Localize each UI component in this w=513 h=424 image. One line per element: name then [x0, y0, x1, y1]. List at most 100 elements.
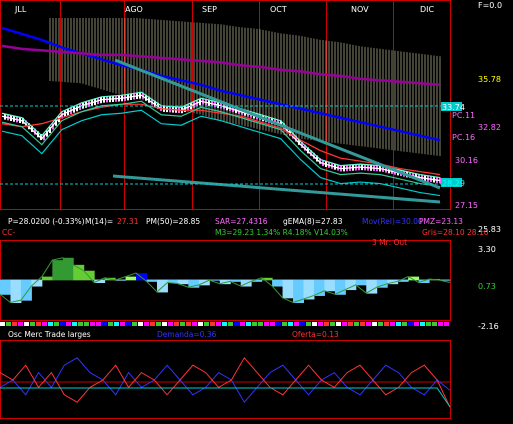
strip-cell — [132, 322, 137, 326]
price-tick: 28.29 — [442, 179, 465, 188]
m3-readout: M3=29.23 1.34% R4.18% V14.03% — [215, 228, 348, 237]
strip-cell — [12, 322, 17, 326]
strip-cell — [42, 322, 47, 326]
strip-cell — [396, 322, 401, 326]
strip-cell — [408, 322, 413, 326]
strip-cell — [276, 322, 281, 326]
gema-readout: gEMA(8)=27.83 — [283, 217, 343, 226]
strip-cell — [54, 322, 59, 326]
strip-cell — [18, 322, 23, 326]
strip-cell — [354, 322, 359, 326]
strip-cell — [342, 322, 347, 326]
strip-cell — [264, 322, 269, 326]
osc-bar — [324, 279, 336, 292]
strip-cell — [30, 322, 35, 326]
side-label: PC.16 — [452, 133, 475, 142]
osc-bar — [355, 279, 367, 286]
strip-cell — [72, 322, 77, 326]
strip-cell — [198, 322, 203, 326]
strip-cell — [324, 322, 329, 326]
strip-cell — [108, 322, 113, 326]
strip-cell — [378, 322, 383, 326]
osc-bar — [272, 279, 284, 287]
osc-tick: 0.73 — [478, 282, 496, 291]
strip-cell — [222, 322, 227, 326]
month-label: DIC — [420, 5, 435, 14]
month-label: SEP — [202, 5, 217, 14]
strip-cell — [216, 322, 221, 326]
strip-cell — [228, 322, 233, 326]
signal-strip — [0, 322, 449, 326]
strip-cell — [234, 322, 239, 326]
im14-label: M(14)= — [85, 217, 113, 226]
strip-cell — [312, 322, 317, 326]
strip-cell — [204, 322, 209, 326]
strip-cell — [138, 322, 143, 326]
strip-cell — [360, 322, 365, 326]
strip-cell — [84, 322, 89, 326]
strip-cell — [6, 322, 11, 326]
strip-cell — [162, 322, 167, 326]
bottom-title: Osc Merc Trade larges — [8, 330, 91, 339]
strip-cell — [156, 322, 161, 326]
strip-cell — [402, 322, 407, 326]
price-tick: 35.78 — [478, 75, 501, 84]
side-label: PC.11 — [452, 111, 475, 120]
strip-cell — [390, 322, 395, 326]
strip-cell — [126, 322, 131, 326]
strip-cell — [336, 322, 341, 326]
strip-cell — [366, 322, 371, 326]
strip-cell — [180, 322, 185, 326]
pm50-readout: PM(50)=28.85 — [146, 217, 200, 226]
im14-value: 27.31 — [117, 217, 139, 226]
strip-cell — [252, 322, 257, 326]
strip-cell — [48, 322, 53, 326]
top-right-label: F=0.0 — [478, 1, 502, 10]
mov-readout: Mov(Rel)=30.00 — [362, 217, 423, 226]
price-tick: 27.15 — [455, 201, 478, 210]
strip-cell — [318, 322, 323, 326]
osc-bar — [125, 276, 137, 281]
strip-cell — [246, 322, 251, 326]
strip-cell — [258, 322, 263, 326]
sar-readout: SAR=27.4316 — [215, 217, 268, 226]
strip-cell — [0, 322, 5, 326]
osc-bar — [10, 279, 22, 304]
oscillator-title: 3 Mr: Out — [372, 238, 407, 247]
strip-cell — [432, 322, 437, 326]
cc-label: CC- — [2, 228, 15, 237]
osc-tick: -2.16 — [478, 322, 499, 331]
osc-bar — [0, 279, 11, 295]
month-label: JLL — [14, 5, 27, 14]
strip-cell — [438, 322, 443, 326]
strip-cell — [240, 322, 245, 326]
osc-bar — [282, 279, 294, 299]
strip-cell — [168, 322, 173, 326]
chart-canvas: JLL AGO SEP OCT NOV DIC F=0.0 35.78 33.7… — [0, 0, 502, 419]
strip-cell — [210, 322, 215, 326]
strip-cell — [192, 322, 197, 326]
strip-cell — [60, 322, 65, 326]
price-readout: P=28.0200 (-0.33%) — [8, 217, 85, 226]
osc-bar — [334, 279, 346, 295]
strip-cell — [282, 322, 287, 326]
indicator-row-2: CC- M3=29.23 1.34% R4.18% V14.03% Gris=2… — [2, 228, 489, 237]
gris-readout: Gris=28.10 28.10 — [422, 228, 489, 237]
strip-cell — [384, 322, 389, 326]
strip-cell — [90, 322, 95, 326]
strip-cell — [300, 322, 305, 326]
strip-cell — [78, 322, 83, 326]
pmz-readout: PMZ=23.13 — [419, 217, 463, 226]
strip-cell — [120, 322, 125, 326]
osc-bar — [177, 279, 189, 285]
month-label: AGO — [125, 5, 143, 14]
oferta-label: Oferta=0.13 — [292, 330, 339, 339]
strip-cell — [420, 322, 425, 326]
osc-tick: 3.30 — [478, 245, 496, 254]
osc-bar — [41, 276, 53, 281]
strip-cell — [114, 322, 119, 326]
strip-cell — [414, 322, 419, 326]
oscillator-axis: 3.30 0.73 -2.16 — [478, 245, 499, 331]
osc-bar — [73, 264, 85, 281]
strip-cell — [294, 322, 299, 326]
